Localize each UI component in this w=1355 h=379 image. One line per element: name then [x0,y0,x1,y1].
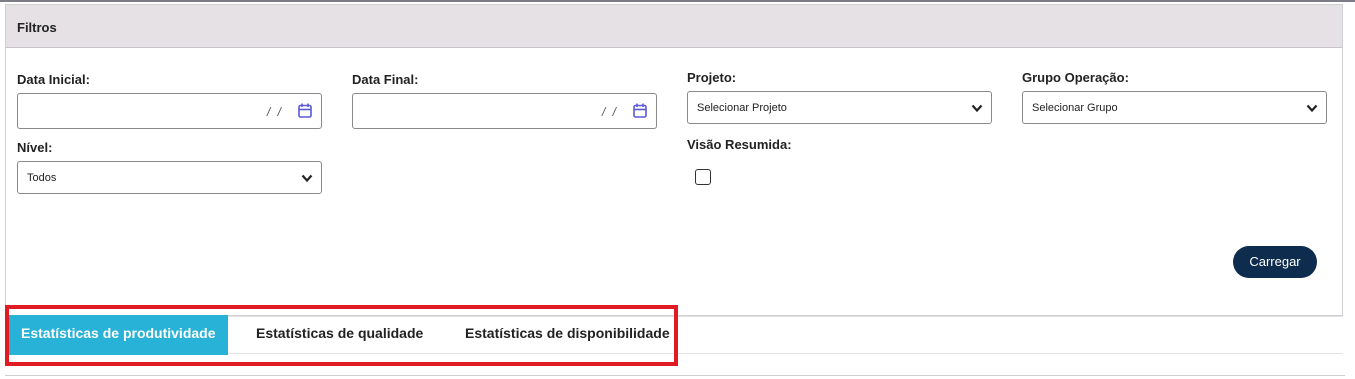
data-final-placeholder: / / [601,105,618,119]
carregar-button[interactable]: Carregar [1233,246,1317,278]
nivel-label: Nível: [17,140,53,155]
tab-estatisticas-disponibilidade[interactable]: Estatísticas de disponibilidade [465,315,670,355]
data-final-input[interactable]: / / [352,93,657,129]
filters-header: Filtros [6,5,1342,48]
tab-estatisticas-qualidade[interactable]: Estatísticas de qualidade [256,315,423,355]
data-inicial-placeholder: / / [266,105,283,119]
tab-estatisticas-produtividade[interactable]: Estatísticas de produtividade [9,315,228,355]
projeto-select[interactable]: Selecionar Projeto [687,91,992,124]
grupo-operacao-select[interactable]: Selecionar Grupo [1022,91,1327,124]
filters-panel: Filtros [5,4,1343,316]
nivel-select-value: Todos [27,172,57,184]
grupo-operacao-select-value: Selecionar Grupo [1032,102,1118,114]
data-final-label: Data Final: [352,72,419,87]
data-inicial-input[interactable]: / / [17,93,322,129]
bottom-divider [5,375,1345,376]
chevron-down-icon [301,174,313,183]
data-inicial-label: Data Inicial: [17,72,90,87]
visao-resumida-checkbox[interactable] [695,169,711,185]
chevron-down-icon [1306,104,1318,113]
filters-title: Filtros [17,20,57,35]
window-top-border [0,0,1355,2]
projeto-label: Projeto: [687,70,737,85]
calendar-icon[interactable] [633,103,647,118]
calendar-icon[interactable] [298,103,312,118]
nivel-select[interactable]: Todos [17,161,322,194]
grupo-operacao-label: Grupo Operação: [1022,70,1129,85]
projeto-select-value: Selecionar Projeto [697,102,787,114]
chevron-down-icon [971,104,983,113]
visao-resumida-label: Visão Resumida: [687,137,792,152]
